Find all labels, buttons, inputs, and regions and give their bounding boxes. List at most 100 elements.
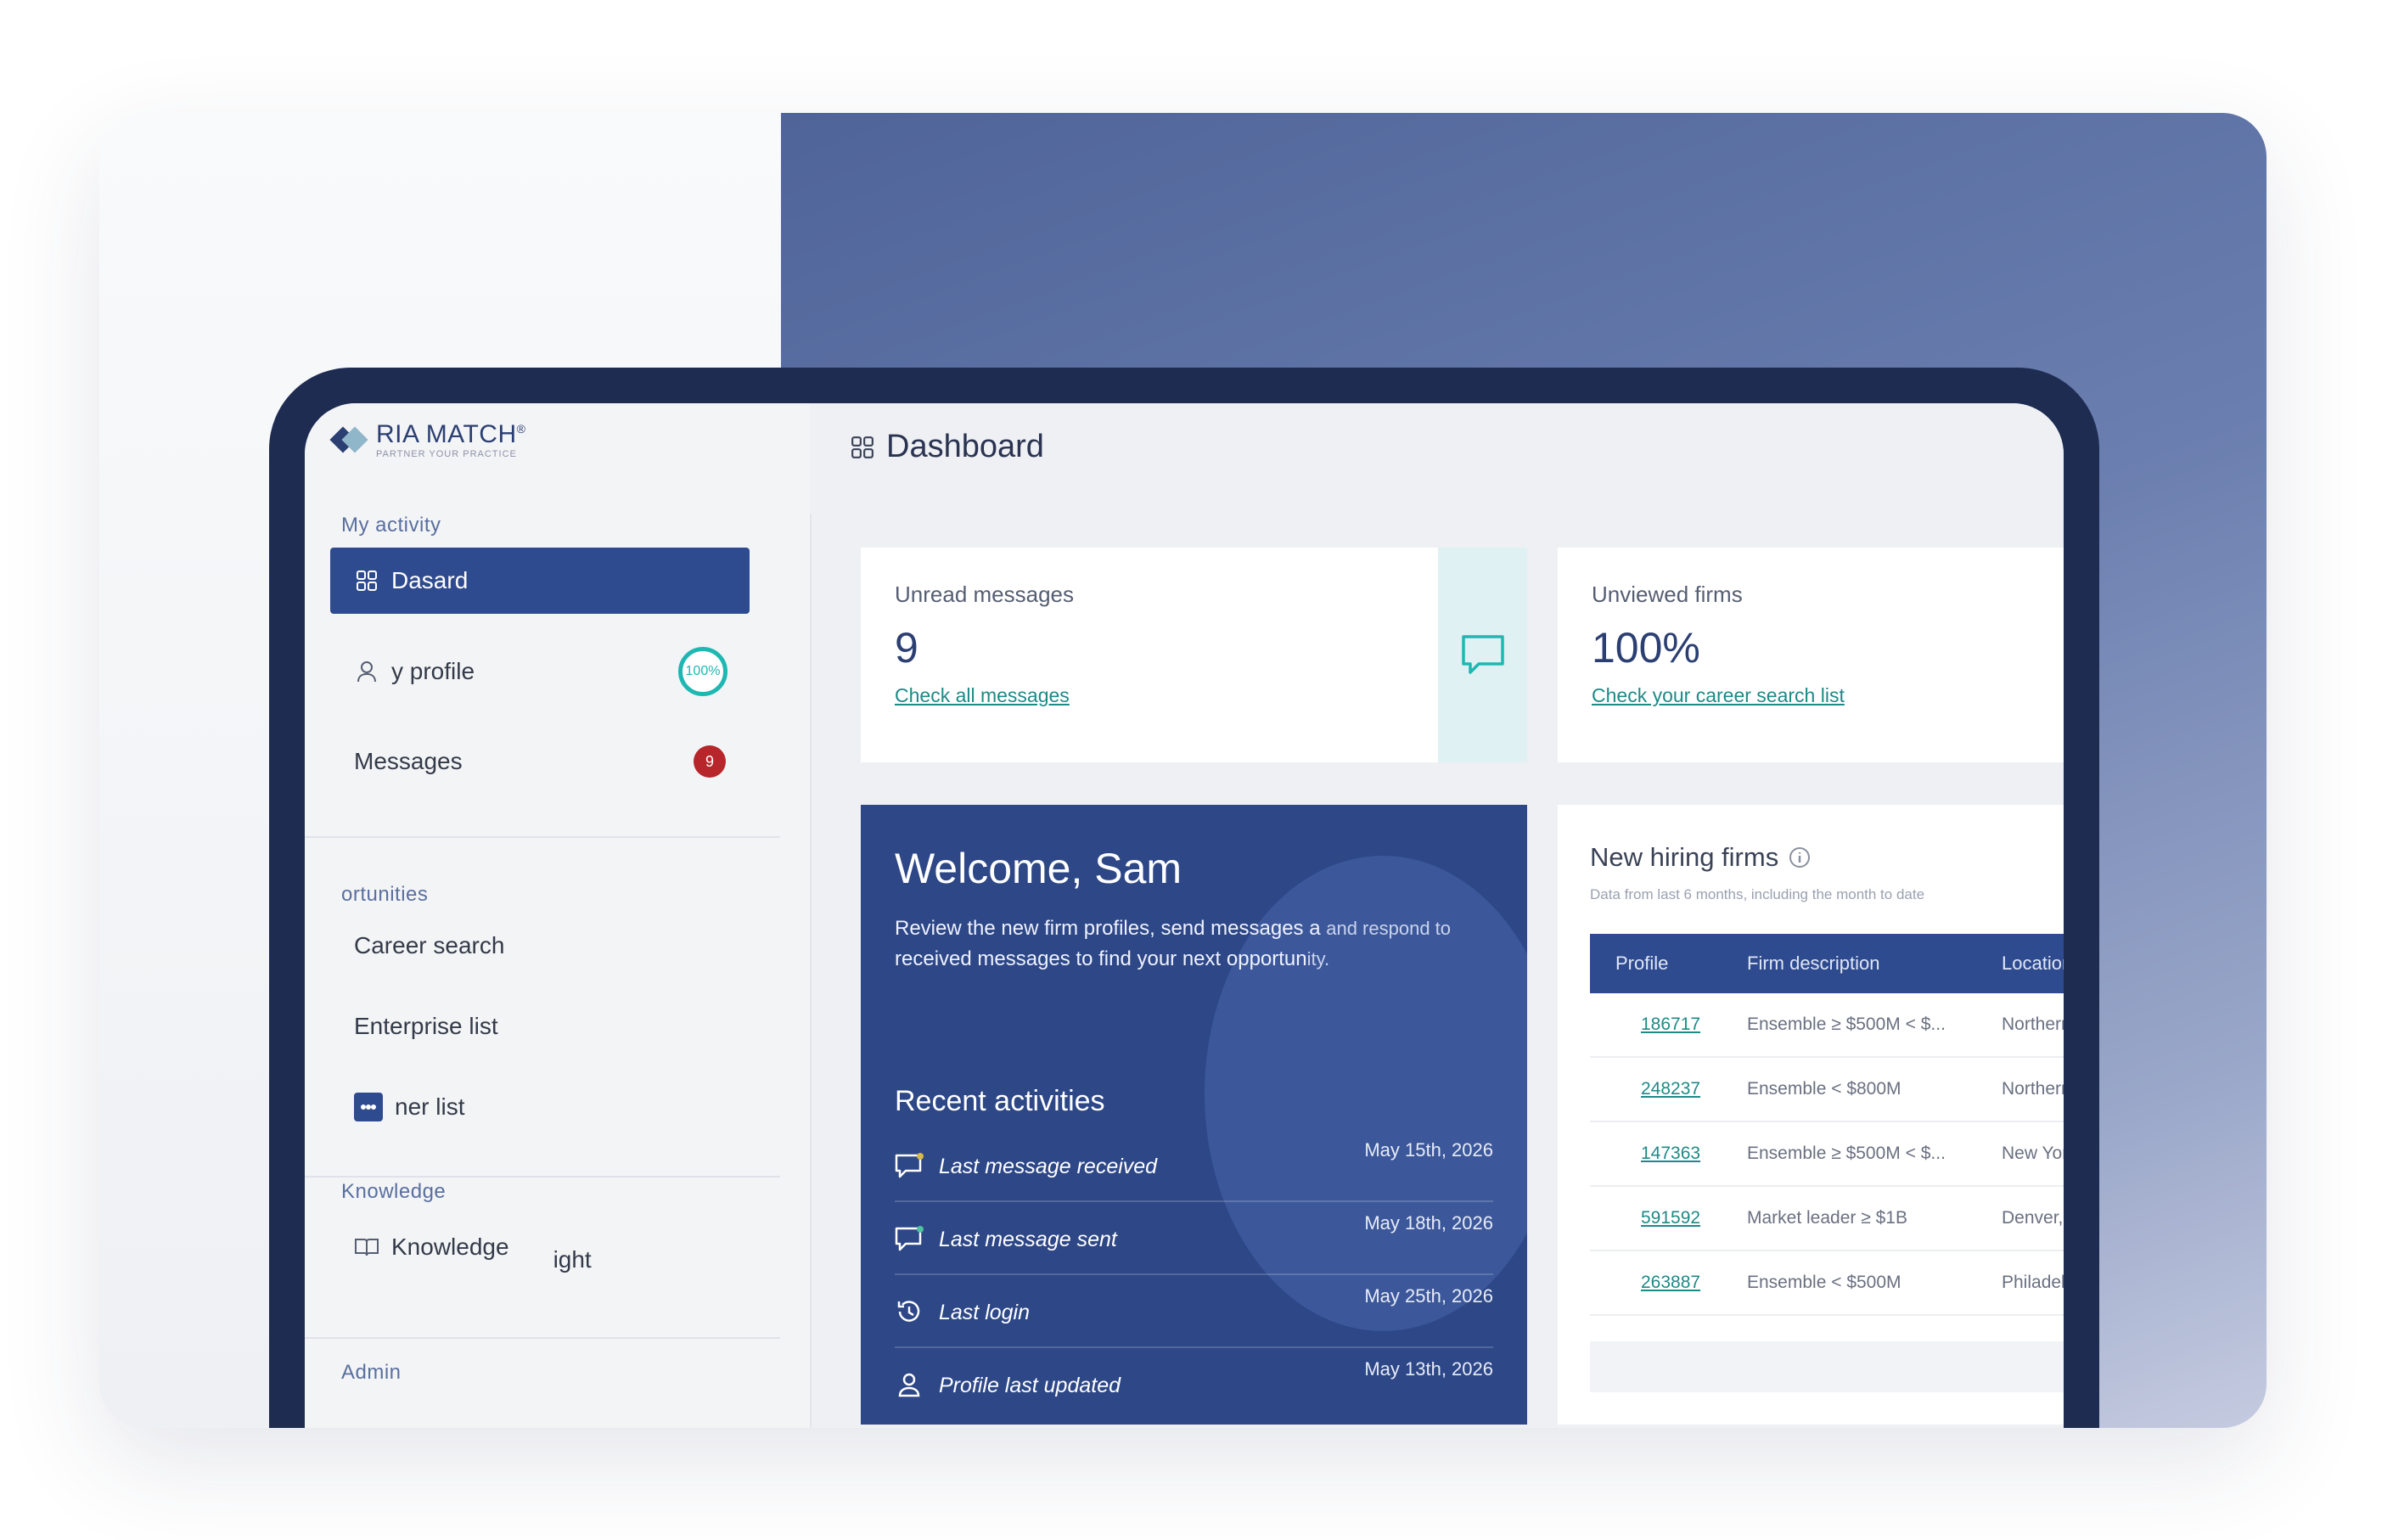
unread-messages-count: 9: [895, 624, 918, 672]
section-knowledge: Knowledge: [341, 1180, 447, 1203]
sidebar-item-label: ner list: [395, 1093, 465, 1120]
page-title-text: Dashboard: [886, 429, 1044, 464]
history-icon: [897, 1301, 920, 1322]
location-cell: Northern W: [2002, 1014, 2064, 1034]
location-cell: Northern Ne: [2002, 1079, 2064, 1099]
activity-label: Last message sent: [939, 1228, 1117, 1251]
career-search-list-link[interactable]: Check your career search list: [1592, 684, 2064, 707]
messages-count-badge: 9: [694, 745, 726, 778]
info-icon[interactable]: [1789, 846, 1811, 868]
section-opportunities: ortunities: [341, 883, 429, 906]
welcome-panel: Welcome, Sam Review the new firm profile…: [861, 805, 1527, 1425]
brand-logo[interactable]: RIA MATCH® PARTNER YOUR PRACTICE: [329, 420, 526, 459]
table-row: 248237 Ensemble < $800M Northern Ne: [1590, 1058, 2064, 1122]
unread-messages-label: Unread messages: [895, 582, 1074, 607]
unviewed-firms-label: Unviewed firms: [1592, 582, 1743, 607]
logo-diamond-icon: [329, 421, 368, 458]
book-icon: [354, 1234, 379, 1260]
sidebar-item-label: Career search: [354, 932, 505, 958]
activity-row: Profile last updated May 13th, 2026: [895, 1346, 1493, 1419]
brand-name: RIA MATCH: [376, 420, 517, 448]
table-row: 186717 Ensemble ≥ $500M < $... Northern …: [1590, 993, 2064, 1058]
sidebar-item-dashboard[interactable]: Dasard: [330, 548, 750, 614]
sidebar-item-enterprise-list[interactable]: Enterprise list: [330, 993, 750, 1059]
profile-link[interactable]: 186717: [1590, 1014, 1747, 1035]
sidebar-item-messages[interactable]: Messages 9: [330, 728, 750, 795]
welcome-text-line2: received messages to find your next oppo…: [895, 947, 1307, 970]
sidebar-item-label: Messages: [354, 748, 463, 774]
user-icon: [354, 659, 379, 684]
activity-row: Last message sent May 18th, 2026: [895, 1200, 1493, 1275]
table-row: 147363 Ensemble ≥ $500M < $... New York …: [1590, 1122, 2064, 1187]
sidebar: RIA MATCH® PARTNER YOUR PRACTICE My acti…: [305, 403, 812, 1428]
table-row: 591592 Market leader ≥ $1B Denver, CO: [1590, 1187, 2064, 1251]
firm-description-cell: Ensemble ≥ $500M < $...: [1747, 1014, 1946, 1034]
welcome-title: Welcome, Sam: [895, 845, 1182, 892]
sidebar-item-label: Dasard: [391, 567, 469, 593]
activity-date: May 25th, 2026: [1364, 1285, 1493, 1307]
firm-description-cell: Market leader ≥ $1B: [1747, 1208, 1907, 1228]
profile-link[interactable]: 147363: [1590, 1144, 1747, 1164]
activity-date: May 18th, 2026: [1364, 1212, 1493, 1234]
welcome-text-line1: Review the new firm profiles, send messa…: [895, 917, 1321, 940]
sidebar-item-label: y profile: [391, 658, 475, 684]
profile-link[interactable]: 263887: [1590, 1273, 1747, 1293]
grid-icon: [354, 568, 379, 593]
welcome-text-tail2: ity.: [1306, 948, 1330, 970]
firm-description-cell: Ensemble ≥ $500M < $...: [1747, 1144, 1946, 1163]
sidebar-divider: [305, 836, 780, 838]
unviewed-firms-value: 100%: [1592, 624, 1700, 672]
activity-row: Last message received May 15th, 2026: [895, 1127, 1493, 1202]
profile-completion-badge: 100%: [678, 647, 727, 696]
table-footer: [1590, 1341, 2064, 1392]
sidebar-item-label: Knowledge: [391, 1234, 509, 1260]
brand-mark: ®: [516, 422, 526, 436]
chat-icon: [895, 1226, 924, 1251]
chat-icon: [895, 1153, 924, 1178]
app-screen: RIA MATCH® PARTNER YOUR PRACTICE My acti…: [305, 403, 2064, 1428]
hiring-firms-table: Profile Firm description Location 186717…: [1590, 934, 2064, 1316]
column-header-firm-description[interactable]: Firm description: [1747, 953, 2002, 975]
activity-label: Profile last updated: [939, 1374, 1121, 1397]
new-hiring-firms-card: New hiring firms Data from last 6 months…: [1558, 805, 2064, 1425]
sidebar-item-label-tail: ight: [553, 1246, 592, 1273]
sidebar-item-partner-list[interactable]: ner list: [330, 1074, 750, 1140]
hiring-subtitle: Data from last 6 months, including the m…: [1590, 886, 1925, 902]
table-header: Profile Firm description Location: [1590, 934, 2064, 993]
location-cell: Philadelphia: [2002, 1273, 2064, 1292]
page-title: Dashboard: [851, 429, 1044, 465]
check-all-messages-link[interactable]: Check all messages: [895, 684, 1493, 707]
activity-date: May 15th, 2026: [1364, 1139, 1493, 1161]
section-my-activity: My activity: [341, 514, 441, 537]
activity-label: Last login: [939, 1301, 1031, 1324]
column-header-profile[interactable]: Profile: [1590, 953, 1747, 975]
unviewed-firms-card: Unviewed firms 100% Check your career se…: [1558, 548, 2064, 762]
firm-description-cell: Ensemble < $500M: [1747, 1273, 1901, 1292]
location-cell: New York C: [2002, 1144, 2064, 1163]
promo-card: RIA MATCH® PARTNER YOUR PRACTICE My acti…: [99, 113, 2267, 1428]
unread-messages-card: Unread messages 9 Check all messages: [861, 548, 1527, 762]
sidebar-item-label: Enterprise list: [354, 1013, 498, 1039]
message-icon-area: [1438, 548, 1527, 762]
list-icon: [354, 1093, 383, 1121]
sidebar-item-knowledge[interactable]: Knowledge ight: [330, 1214, 750, 1280]
section-admin: Admin: [341, 1361, 402, 1384]
location-cell: Denver, CO: [2002, 1208, 2064, 1228]
welcome-text-tail1: and respond to: [1326, 918, 1452, 939]
table-row: 263887 Ensemble < $500M Philadelphia: [1590, 1251, 2064, 1316]
hiring-title-text: New hiring firms: [1590, 842, 1779, 872]
profile-link[interactable]: 248237: [1590, 1079, 1747, 1099]
sidebar-item-career-search[interactable]: Career search: [330, 913, 750, 979]
brand-tagline: PARTNER YOUR PRACTICE: [376, 449, 517, 459]
activity-label: Last message received: [939, 1155, 1158, 1178]
column-header-location[interactable]: Location: [2002, 953, 2064, 975]
hiring-title: New hiring firms: [1590, 842, 2064, 873]
device-frame: RIA MATCH® PARTNER YOUR PRACTICE My acti…: [269, 368, 2099, 1428]
activity-row: Last login May 25th, 2026: [895, 1273, 1493, 1348]
top-bar: Dashboard: [810, 403, 2064, 514]
activity-date: May 13th, 2026: [1364, 1358, 1493, 1380]
sidebar-divider: [305, 1337, 780, 1339]
recent-activities-title: Recent activities: [895, 1085, 1105, 1117]
sidebar-item-my-profile[interactable]: y profile 100%: [330, 638, 750, 705]
profile-link[interactable]: 591592: [1590, 1208, 1747, 1228]
